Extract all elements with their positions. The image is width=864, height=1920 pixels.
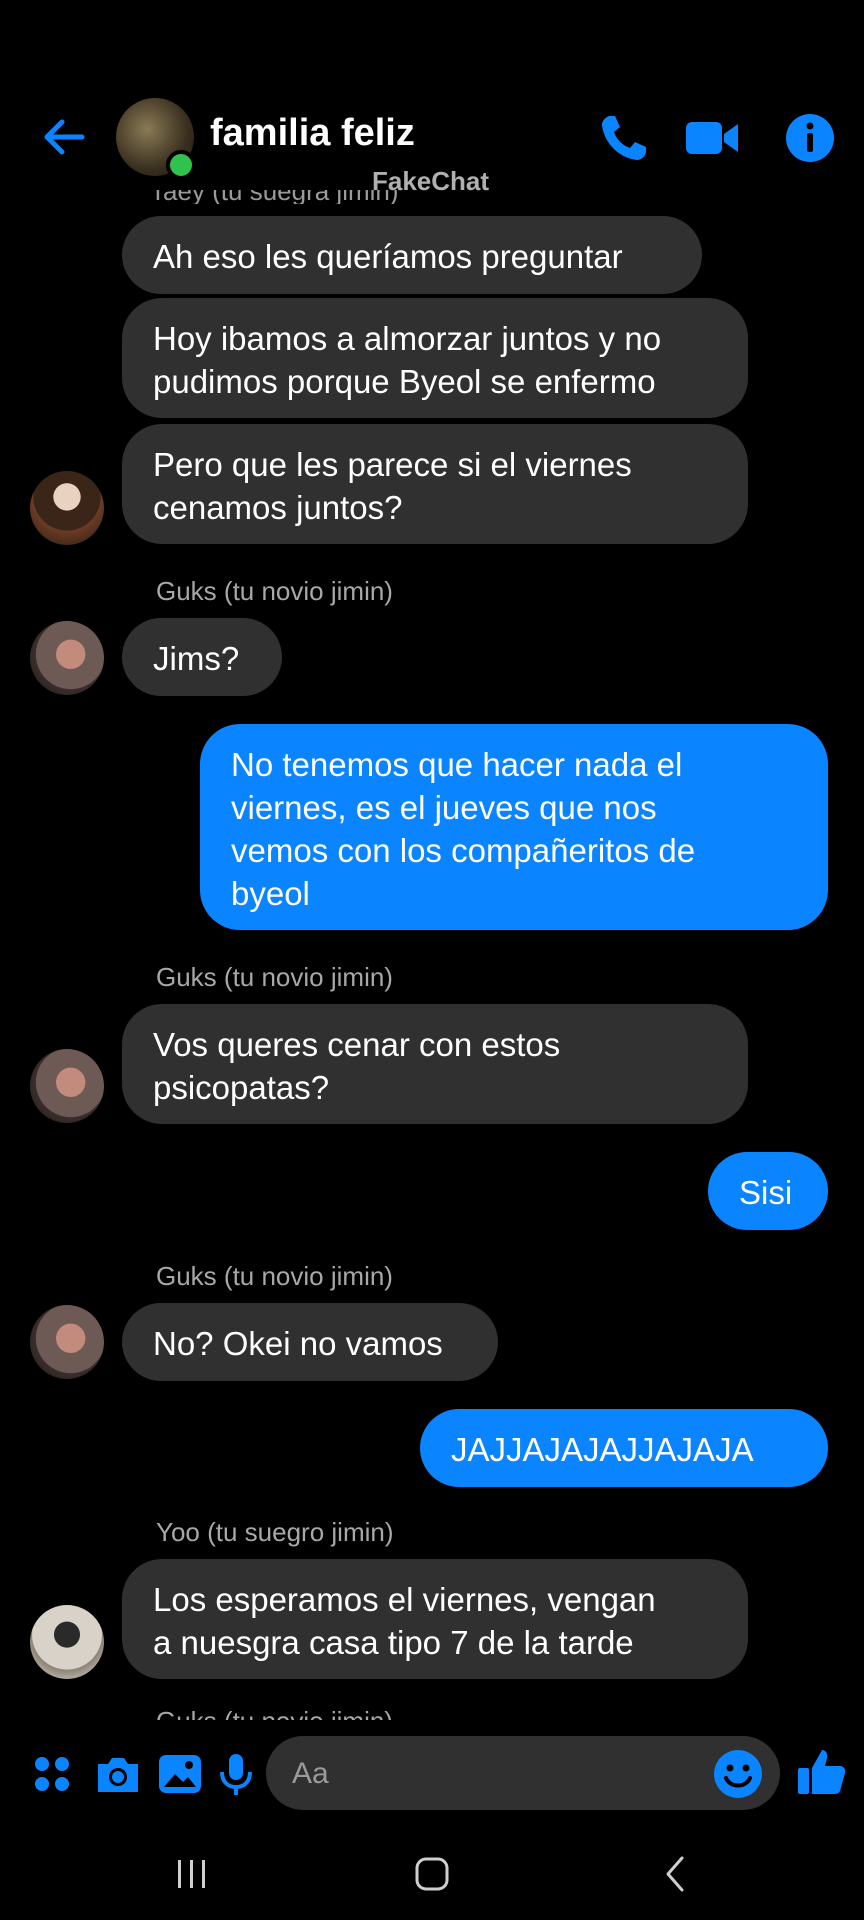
sender-avatar[interactable]	[30, 471, 104, 545]
sender-name: Guks (tu novio jimin)	[156, 962, 393, 992]
message-text-line: vemos con los compañeritos de	[231, 832, 696, 869]
incoming-message[interactable]: Ah eso les queríamos preguntar	[122, 216, 702, 294]
message-text-line: Pero que les parece si el viernes	[153, 446, 632, 483]
sender-avatar[interactable]	[30, 621, 104, 695]
apps-grid-icon[interactable]	[28, 1750, 76, 1798]
back-icon[interactable]	[652, 1850, 700, 1898]
message-text-line: Los esperamos el viernes, vengan	[153, 1581, 656, 1618]
incoming-message[interactable]: Los esperamos el viernes, vengan a nuesg…	[122, 1559, 748, 1679]
arrow-left-icon[interactable]	[40, 112, 90, 162]
home-icon[interactable]	[408, 1850, 456, 1898]
message-text-line: JAJJAJAJAJJAJAJA	[451, 1431, 754, 1468]
incoming-message[interactable]: Jims?	[122, 618, 282, 696]
message-text-line: Vos queres cenar con estos	[153, 1026, 561, 1063]
outgoing-message[interactable]: JAJJAJAJAJJAJAJA	[420, 1409, 828, 1487]
incoming-message[interactable]: Hoy ibamos a almorzar juntos y no pudimo…	[122, 298, 748, 418]
incoming-message[interactable]: Vos queres cenar con estos psicopatas?	[122, 1004, 748, 1124]
chat-title[interactable]: familia feliz	[210, 112, 415, 155]
message-text-line: cenamos juntos?	[153, 489, 403, 526]
incoming-message[interactable]: Pero que les parece si el viernes cenamo…	[122, 424, 748, 544]
message-text-line: Jims?	[153, 640, 240, 677]
image-icon[interactable]	[156, 1750, 204, 1798]
sender-avatar[interactable]	[30, 1605, 104, 1679]
message-text-line: No tenemos que hacer nada el	[231, 746, 683, 783]
outgoing-message[interactable]: Sisi	[708, 1152, 828, 1230]
message-text-line: pudimos porque Byeol se enfermo	[153, 363, 656, 400]
message-text-line: Ah eso les queríamos preguntar	[153, 238, 623, 275]
message-input-placeholder: Aa	[292, 1757, 329, 1790]
sender-name: Guks (tu novio jimin)	[156, 576, 393, 606]
incoming-message[interactable]: No? Okei no vamos	[122, 1303, 498, 1381]
message-text-line: Sisi	[739, 1174, 793, 1211]
camera-icon[interactable]	[94, 1750, 142, 1798]
info-icon[interactable]	[782, 110, 838, 166]
sender-name: Guks (tu novio jimin)	[156, 1261, 393, 1291]
thumbs-up-icon[interactable]	[796, 1746, 848, 1798]
message-text-line: Hoy ibamos a almorzar juntos y no	[153, 320, 662, 357]
message-text-line: psicopatas?	[153, 1069, 330, 1106]
outgoing-message[interactable]: No tenemos que hacer nada el viernes, es…	[200, 724, 828, 930]
message-input[interactable]	[266, 1736, 780, 1810]
sender-name: Yoo (tu suegro jimin)	[156, 1517, 394, 1547]
message-text-line: a nuesgra casa tipo 7 de la tarde	[153, 1624, 634, 1661]
sender-avatar[interactable]	[30, 1049, 104, 1123]
message-text-line: No? Okei no vamos	[153, 1325, 443, 1362]
message-text-line: byeol	[231, 875, 310, 912]
message-text-line: viernes, es el jueves que nos	[231, 789, 657, 826]
microphone-icon[interactable]	[212, 1750, 260, 1798]
phone-icon[interactable]	[596, 110, 652, 166]
online-status-dot	[166, 150, 196, 180]
chat-header: familia feliz FakeChat Taey (tu suegra j…	[0, 0, 864, 210]
cutoff-sender-label: Taey (tu suegra jimin)	[150, 190, 490, 204]
video-camera-icon[interactable]	[684, 110, 740, 166]
emoji-icon[interactable]	[712, 1748, 764, 1800]
recent-apps-icon[interactable]	[168, 1850, 216, 1898]
sender-avatar[interactable]	[30, 1305, 104, 1379]
